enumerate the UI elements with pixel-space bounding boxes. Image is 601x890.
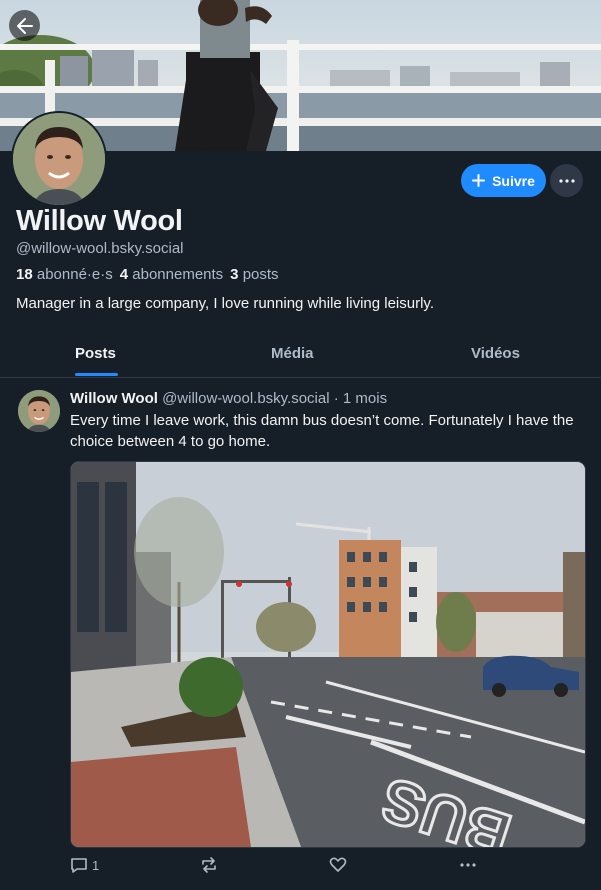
follow-button[interactable]: Suivre bbox=[461, 164, 546, 197]
post-author-name[interactable]: Willow Wool bbox=[70, 390, 158, 407]
like-button[interactable] bbox=[329, 856, 347, 874]
posts-stat: 3 posts bbox=[230, 266, 278, 283]
display-name: Willow Wool bbox=[16, 205, 183, 237]
profile-stats: 18 abonné·e·s 4 abonnements 3 posts bbox=[16, 266, 279, 283]
post-more-button[interactable] bbox=[459, 862, 477, 868]
post-author-avatar[interactable] bbox=[18, 390, 60, 432]
follow-label: Suivre bbox=[492, 172, 535, 189]
post-separator: · bbox=[333, 390, 339, 407]
profile-avatar[interactable] bbox=[11, 111, 107, 207]
post-header: Willow Wool @willow-wool.bsky.social · 1… bbox=[70, 390, 387, 407]
tab-videos[interactable]: Vidéos bbox=[471, 345, 520, 362]
heart-icon bbox=[329, 857, 347, 872]
repost-button[interactable] bbox=[200, 856, 218, 874]
posts-label: posts bbox=[242, 266, 279, 283]
post-author-handle[interactable]: @willow-wool.bsky.social bbox=[162, 390, 330, 407]
ellipsis-icon bbox=[460, 863, 476, 867]
profile-tabs: Posts Média Vidéos bbox=[0, 336, 601, 378]
reply-icon bbox=[71, 858, 87, 873]
reply-count: 1 bbox=[92, 857, 100, 873]
post-image[interactable]: BUS bbox=[70, 461, 586, 848]
followers-count: 18 bbox=[16, 266, 33, 283]
tab-posts[interactable]: Posts bbox=[75, 345, 116, 362]
followers-label: abonné·e·s bbox=[36, 266, 113, 283]
arrow-left-icon bbox=[16, 17, 33, 34]
followers-link[interactable]: 18 abonné·e·s bbox=[16, 266, 113, 283]
reply-button[interactable]: 1 bbox=[70, 856, 99, 874]
active-tab-indicator bbox=[75, 373, 118, 376]
back-button[interactable] bbox=[9, 10, 40, 41]
following-link[interactable]: 4 abonnements bbox=[120, 266, 223, 283]
tab-media[interactable]: Média bbox=[271, 345, 314, 362]
profile-page: Suivre Willow Wool @willow-wool.bsky.soc… bbox=[0, 0, 601, 890]
posts-count: 3 bbox=[230, 266, 239, 283]
ellipsis-icon bbox=[558, 178, 575, 183]
following-label: abonnements bbox=[132, 266, 224, 283]
avatar-photo bbox=[13, 113, 105, 205]
post-actions: 1 bbox=[70, 856, 584, 878]
post-text: Every time I leave work, this damn bus d… bbox=[70, 412, 574, 450]
following-count: 4 bbox=[119, 266, 129, 283]
plus-icon bbox=[472, 174, 486, 187]
profile-bio: Manager in a large company, I love runni… bbox=[16, 295, 434, 312]
post-timestamp[interactable]: 1 mois bbox=[343, 390, 387, 407]
avatar-photo bbox=[18, 390, 60, 432]
more-options-button[interactable] bbox=[550, 164, 583, 197]
street-photo: BUS bbox=[71, 462, 585, 847]
repost-icon bbox=[202, 857, 216, 873]
profile-handle: @willow-wool.bsky.social bbox=[16, 240, 184, 257]
